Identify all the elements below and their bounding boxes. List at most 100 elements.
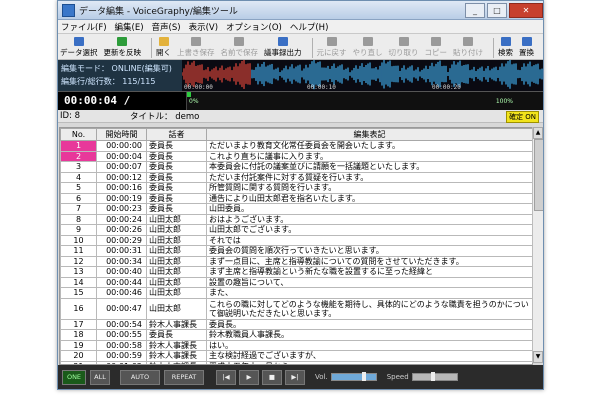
close-button[interactable]: ✕: [509, 2, 543, 18]
cell-text[interactable]: また、: [206, 287, 532, 299]
toolbar-button-data-select[interactable]: データ選択: [60, 37, 98, 58]
volume-slider[interactable]: [330, 372, 377, 381]
skip-back-icon[interactable]: |◀: [216, 369, 236, 385]
table-row[interactable]: 16 00:00:47 山田太郎 これらの職に対してどのような機能を期待し、具体的にど…: [60, 297, 532, 320]
table-row[interactable]: 19 00:00:58 鈴木人事課長 はい。: [60, 339, 532, 351]
table-row[interactable]: 18 00:00:55 委員長 鈴木教職員人事課長。: [60, 329, 532, 341]
cell-speaker[interactable]: 委員長: [146, 203, 207, 215]
table-row[interactable]: 7 00:00:23 委員長 山田委員。: [60, 203, 532, 215]
cell-start-time[interactable]: 00:00:55: [96, 329, 147, 341]
table-row[interactable]: 4 00:00:12 委員長 ただいま付託案件に対する質疑を行います。: [60, 171, 532, 183]
cell-text[interactable]: 所管質問に関する質問を行います。: [206, 182, 532, 194]
cell-start-time[interactable]: 00:00:31: [96, 245, 147, 257]
cell-no[interactable]: 7: [60, 203, 97, 215]
table-row[interactable]: 11 00:00:31 山田太郎 委員会の質問を順次行っていきたいと思います。: [60, 245, 532, 257]
cell-no[interactable]: 15: [60, 287, 97, 299]
cell-start-time[interactable]: 00:00:24: [96, 213, 147, 225]
cell-speaker[interactable]: 山田太郎: [146, 224, 207, 236]
table-row[interactable]: 9 00:00:26 山田太郎 山田太郎でございます。: [60, 224, 532, 236]
table-row[interactable]: 12 00:00:34 山田太郎 まず一点目に、主席と指導教諭についての質問をさせてい…: [60, 255, 532, 267]
cell-speaker[interactable]: 鈴木人事課長: [146, 339, 207, 351]
cell-start-time[interactable]: 00:00:44: [96, 276, 147, 288]
cell-no[interactable]: 4: [60, 171, 97, 183]
cell-no[interactable]: 3: [60, 161, 97, 173]
cell-speaker[interactable]: 委員長: [146, 329, 207, 341]
cell-no[interactable]: 9: [60, 224, 97, 236]
playback-progress[interactable]: 0% 100%: [186, 92, 543, 110]
table-row[interactable]: 2 00:00:04 委員長 これより直ちに議事に入ります。: [60, 150, 532, 162]
cell-no[interactable]: 14: [60, 276, 97, 288]
cell-speaker[interactable]: 山田太郎: [146, 297, 207, 320]
skip-forward-icon[interactable]: ▶|: [285, 369, 305, 385]
cell-text[interactable]: おはようございます。: [206, 213, 532, 225]
table-row[interactable]: 6 00:00:19 委員長 通告により山田太郎君を指名いたします。: [60, 192, 532, 204]
cell-speaker[interactable]: 委員長: [146, 182, 207, 194]
waveform-display[interactable]: 00:00:00 00:00:10 00:00:20: [182, 60, 543, 91]
cell-speaker[interactable]: 山田太郎: [146, 234, 207, 246]
cell-no[interactable]: 18: [60, 329, 97, 341]
menu-view[interactable]: 表示(V): [189, 21, 218, 33]
menu-help[interactable]: ヘルプ(H): [290, 21, 329, 33]
cell-speaker[interactable]: 委員長: [146, 171, 207, 183]
toolbar-button-open-folder[interactable]: 開く: [156, 37, 171, 58]
cell-no[interactable]: 5: [60, 182, 97, 194]
cell-text[interactable]: 主な検討経過でございますが、: [206, 350, 532, 362]
cell-no[interactable]: 12: [60, 255, 97, 267]
col-header-speaker[interactable]: 話者: [146, 128, 207, 141]
table-row[interactable]: 1 00:00:00 委員長 ただいまより教育文化常任委員会を開会いたします。: [60, 140, 532, 152]
cell-text[interactable]: まず一点目に、主席と指導教諭についての質問をさせていただきます。: [206, 255, 532, 267]
cell-speaker[interactable]: 委員長: [146, 161, 207, 173]
minimize-button[interactable]: _: [465, 2, 485, 18]
table-row[interactable]: 13 00:00:40 山田太郎 まず主席と指導教諭という新たな職を設置するに至った経…: [60, 266, 532, 278]
cell-text[interactable]: 山田委員。: [206, 203, 532, 215]
all-mode-button[interactable]: ALL: [90, 369, 110, 385]
cell-start-time[interactable]: 00:00:47: [96, 297, 147, 320]
toolbar-button-search[interactable]: 検索: [498, 37, 513, 58]
table-row[interactable]: 3 00:00:07 委員長 本委員会に付託の議案並びに請願を一括議題といたします。: [60, 161, 532, 173]
cell-speaker[interactable]: 山田太郎: [146, 213, 207, 225]
table-row[interactable]: 20 00:00:59 鈴木人事課長 主な検討経過でございますが、: [60, 350, 532, 362]
cell-speaker[interactable]: 委員長: [146, 150, 207, 162]
cell-start-time[interactable]: 00:00:16: [96, 182, 147, 194]
cell-start-time[interactable]: 00:00:46: [96, 287, 147, 299]
cell-start-time[interactable]: 00:00:00: [96, 140, 147, 152]
cell-text[interactable]: これらの職に対してどのような機能を期待し、具体的にどのような職責を担うのかについ…: [206, 297, 532, 320]
cell-text[interactable]: ただいまより教育文化常任委員会を開会いたします。: [206, 140, 532, 152]
cell-start-time[interactable]: 00:00:59: [96, 350, 147, 362]
cell-text[interactable]: 鈴木教職員人事課長。: [206, 329, 532, 341]
cell-start-time[interactable]: 00:00:40: [96, 266, 147, 278]
cell-no[interactable]: 20: [60, 350, 97, 362]
cell-speaker[interactable]: 鈴木人事課長: [146, 318, 207, 330]
table-row[interactable]: 14 00:00:44 山田太郎 設置の趣旨について、: [60, 276, 532, 288]
cell-start-time[interactable]: 00:00:54: [96, 318, 147, 330]
cell-no[interactable]: 10: [60, 234, 97, 246]
cell-speaker[interactable]: 委員長: [146, 192, 207, 204]
cell-no[interactable]: 1: [60, 140, 97, 152]
scroll-down-arrow-icon[interactable]: ▼: [533, 351, 543, 363]
cell-no[interactable]: 11: [60, 245, 97, 257]
cell-start-time[interactable]: 00:00:29: [96, 234, 147, 246]
table-row[interactable]: 17 00:00:54 鈴木人事課長 委員長。: [60, 318, 532, 330]
cell-speaker[interactable]: 山田太郎: [146, 255, 207, 267]
menu-edit[interactable]: 編集(E): [115, 21, 144, 33]
cell-start-time[interactable]: 00:00:26: [96, 224, 147, 236]
vertical-scrollbar[interactable]: ▲ ▼: [532, 127, 543, 363]
toolbar-button-export[interactable]: 議事録出力: [264, 37, 302, 58]
table-row[interactable]: 10 00:00:29 山田太郎 それでは: [60, 234, 532, 246]
cell-no[interactable]: 19: [60, 339, 97, 351]
cell-speaker[interactable]: 鈴木人事課長: [146, 350, 207, 362]
cell-text[interactable]: 通告により山田太郎君を指名いたします。: [206, 192, 532, 204]
speed-slider[interactable]: [411, 372, 458, 381]
cell-no[interactable]: 2: [60, 150, 97, 162]
cell-start-time[interactable]: 00:00:07: [96, 161, 147, 173]
cell-no[interactable]: 13: [60, 266, 97, 278]
cell-text[interactable]: 設置の趣旨について、: [206, 276, 532, 288]
maximize-button[interactable]: □: [487, 2, 507, 18]
cell-no[interactable]: 6: [60, 192, 97, 204]
cell-start-time[interactable]: 00:00:34: [96, 255, 147, 267]
auto-button[interactable]: AUTO: [120, 369, 160, 385]
stop-icon[interactable]: ■: [262, 369, 282, 385]
cell-speaker[interactable]: 山田太郎: [146, 276, 207, 288]
cell-text[interactable]: 委員長。: [206, 318, 532, 330]
col-header-no[interactable]: No.: [60, 128, 97, 141]
